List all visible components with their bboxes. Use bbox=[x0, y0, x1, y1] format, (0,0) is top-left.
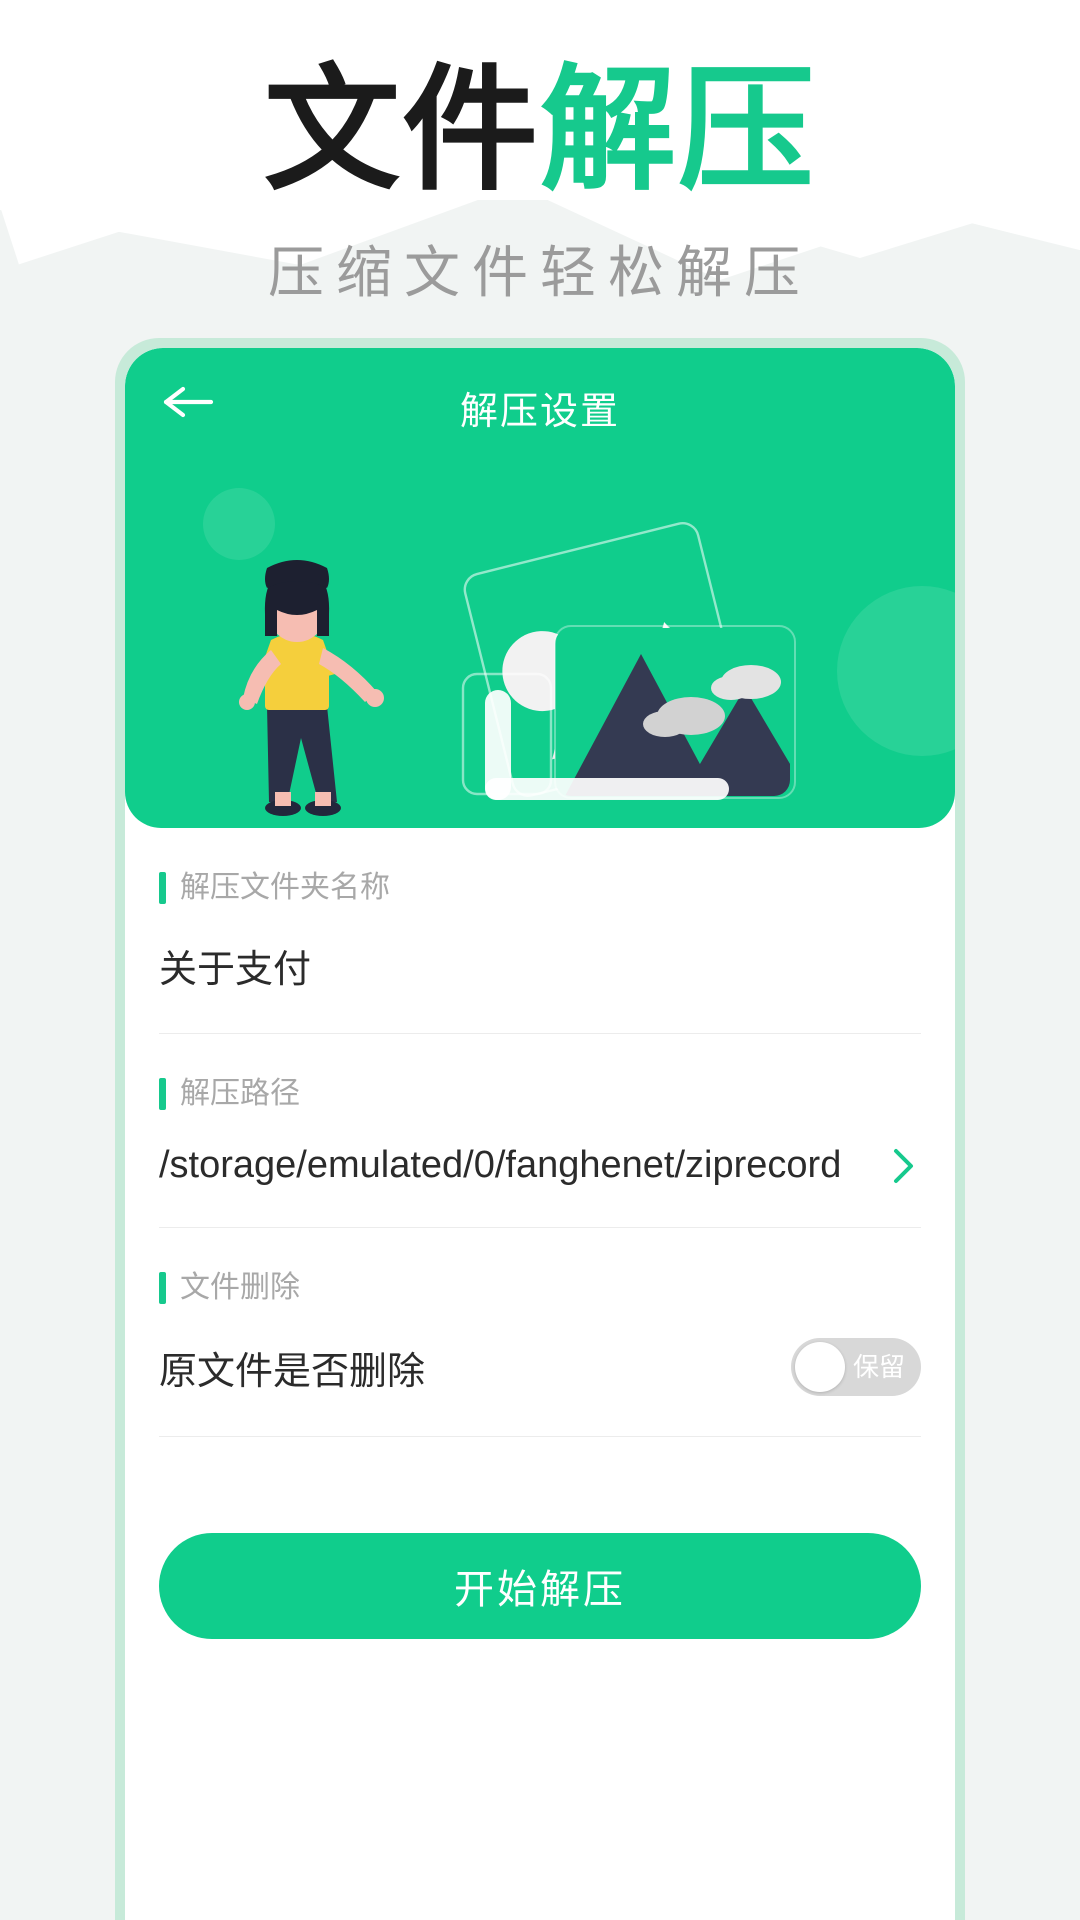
app-hero-header: 解压设置 bbox=[125, 348, 955, 828]
field-file-deletion-row: 原文件是否删除 保留 bbox=[159, 1338, 921, 1396]
field-folder-name-label: 解压文件夹名称 bbox=[180, 871, 390, 904]
field-file-deletion-label-row: 文件删除 bbox=[159, 1272, 921, 1304]
extract-path-value: /storage/emulated/0/fanghenet/ziprecord bbox=[159, 1144, 842, 1186]
app-navbar: 解压设置 bbox=[125, 348, 955, 456]
field-folder-name: 解压文件夹名称 关于支付 bbox=[159, 828, 921, 1034]
field-extract-path-label: 解压路径 bbox=[180, 1077, 300, 1110]
unzip-illustration bbox=[239, 522, 796, 816]
field-file-deletion-label: 文件删除 bbox=[180, 1271, 300, 1304]
start-extract-button[interactable]: 开始解压 bbox=[159, 1533, 921, 1639]
delete-original-toggle[interactable]: 保留 bbox=[791, 1338, 921, 1396]
settings-form: 解压文件夹名称 关于支付 解压路径 /storage/emulated/0/fa… bbox=[125, 828, 955, 1437]
toggle-state-label: 保留 bbox=[852, 1352, 905, 1382]
label-accent-bar bbox=[159, 1272, 166, 1304]
promo-headline-accent: 解压 bbox=[540, 54, 816, 206]
field-extract-path: 解压路径 /storage/emulated/0/fanghenet/zipre… bbox=[159, 1034, 921, 1228]
label-accent-bar bbox=[159, 872, 166, 904]
girl-character bbox=[239, 560, 384, 816]
arrow-left-icon bbox=[163, 386, 214, 418]
folder-name-input[interactable]: 关于支付 bbox=[159, 938, 921, 993]
field-file-deletion: 文件删除 原文件是否删除 保留 bbox=[159, 1228, 921, 1437]
field-folder-name-label-row: 解压文件夹名称 bbox=[159, 872, 921, 904]
phone-screen: 解压设置 解压文件夹名称 关于支付 解压路径 /storage/emulated… bbox=[125, 348, 955, 1920]
cta-container: 开始解压 bbox=[125, 1437, 955, 1639]
back-button[interactable] bbox=[159, 372, 219, 432]
photo-front-card bbox=[554, 625, 796, 799]
field-folder-name-row[interactable]: 关于支付 bbox=[159, 938, 921, 993]
field-extract-path-label-row: 解压路径 bbox=[159, 1078, 921, 1110]
delete-original-label: 原文件是否删除 bbox=[159, 1350, 426, 1393]
label-accent-bar bbox=[159, 1078, 166, 1110]
promo-headline-dark: 文件 bbox=[264, 54, 540, 206]
toggle-knob bbox=[795, 1342, 845, 1392]
promo-subtitle: 压缩文件轻松解压 bbox=[268, 241, 812, 304]
promo-headline: 文件解压 bbox=[0, 62, 1080, 198]
page-title: 解压设置 bbox=[459, 391, 620, 433]
chevron-right-icon[interactable] bbox=[887, 1148, 921, 1183]
field-extract-path-row[interactable]: /storage/emulated/0/fanghenet/ziprecord bbox=[159, 1144, 921, 1187]
